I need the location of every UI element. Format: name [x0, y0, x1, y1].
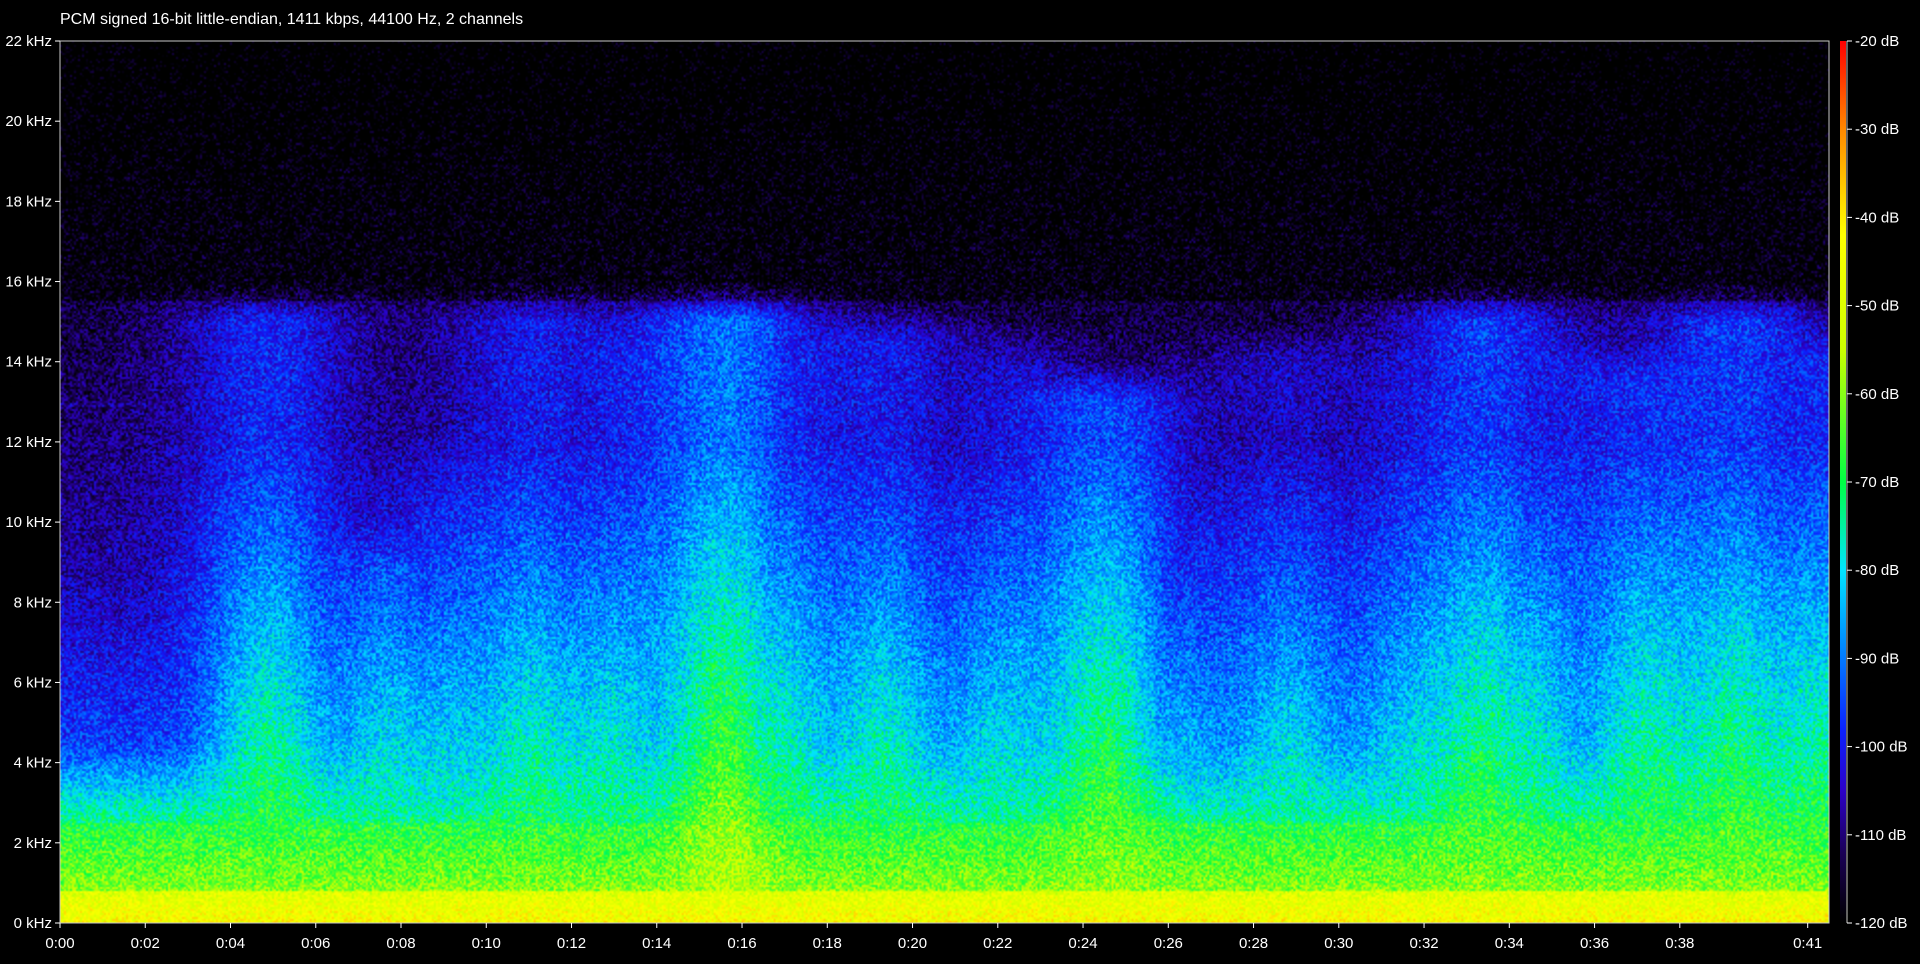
y-tick-label: 2 kHz: [14, 835, 52, 852]
x-tick-label: 0:28: [1239, 935, 1268, 952]
y-tick-label: 4 kHz: [14, 755, 52, 772]
y-tick-label: 12 kHz: [5, 434, 52, 451]
x-tick-label: 0:08: [386, 935, 415, 952]
x-tick-label: 0:24: [1068, 935, 1097, 952]
x-tick-label: 0:32: [1409, 935, 1438, 952]
x-tick-label: 0:10: [472, 935, 501, 952]
y-tick-label: 18 kHz: [5, 193, 52, 210]
colorbar: -20 dB -30 dB -40 dB -50 dB -60 dB -70 dB -80 …: [1840, 33, 1908, 932]
x-tick-label: 0:06: [301, 935, 330, 952]
y-tick-label: 20 kHz: [5, 113, 52, 130]
x-tick-label: 0:02: [131, 935, 160, 952]
x-tick-label: 0:00: [45, 935, 74, 952]
y-tick-label: 8 kHz: [14, 594, 52, 611]
colorbar-tick-label: -20 dB: [1855, 33, 1899, 50]
x-tick-label: 0:30: [1324, 935, 1353, 952]
y-tick-label: 14 kHz: [5, 354, 52, 371]
y-axis: 0 kHz 2 kHz 4 kHz 6 kHz 8 kHz 10 kHz 12 kHz 14 …: [5, 33, 60, 932]
y-tick-label: 0 kHz: [14, 915, 52, 932]
colorbar-tick-label: -50 dB: [1855, 298, 1899, 315]
x-tick-label: 0:26: [1154, 935, 1183, 952]
colorbar-tick-label: -90 dB: [1855, 650, 1899, 667]
x-tick-label: 0:16: [727, 935, 756, 952]
colorbar-strip: [1840, 41, 1846, 923]
x-axis: 0:00 0:02 0:04 0:06 0:08 0:10 0:12 0:14 0:16 0:18…: [45, 923, 1822, 952]
x-tick-label: 0:14: [642, 935, 671, 952]
x-tick-label: 0:34: [1495, 935, 1524, 952]
colorbar-tick-label: -40 dB: [1855, 209, 1899, 226]
x-tick-label: 0:38: [1665, 935, 1694, 952]
x-tick-label: 0:22: [983, 935, 1012, 952]
spectrogram-image: [60, 41, 1829, 923]
y-tick-label: 16 kHz: [5, 274, 52, 291]
colorbar-tick-label: -60 dB: [1855, 386, 1899, 403]
spectrogram-window: PCM signed 16-bit little-endian, 1411 kb…: [0, 0, 1920, 964]
x-tick-label: 0:18: [813, 935, 842, 952]
colorbar-tick-label: -100 dB: [1855, 739, 1908, 756]
x-tick-label: 0:36: [1580, 935, 1609, 952]
y-tick-label: 6 kHz: [14, 674, 52, 691]
colorbar-tick-label: -30 dB: [1855, 121, 1899, 138]
colorbar-tick-label: -110 dB: [1855, 827, 1906, 844]
x-tick-label: 0:12: [557, 935, 586, 952]
x-tick-label: 0:41: [1793, 935, 1822, 952]
spectrogram-chart: 0:00 0:02 0:04 0:06 0:08 0:10 0:12 0:14 0:16 0:18…: [5, 33, 1908, 952]
y-tick-label: 22 kHz: [5, 33, 52, 50]
x-tick-label: 0:04: [216, 935, 245, 952]
colorbar-tick-label: -120 dB: [1855, 915, 1908, 932]
spectrogram-plot: [59, 40, 1830, 924]
x-tick-label: 0:20: [898, 935, 927, 952]
y-tick-label: 10 kHz: [5, 514, 52, 531]
colorbar-tick-label: -80 dB: [1855, 562, 1899, 579]
colorbar-tick-label: -70 dB: [1855, 474, 1899, 491]
